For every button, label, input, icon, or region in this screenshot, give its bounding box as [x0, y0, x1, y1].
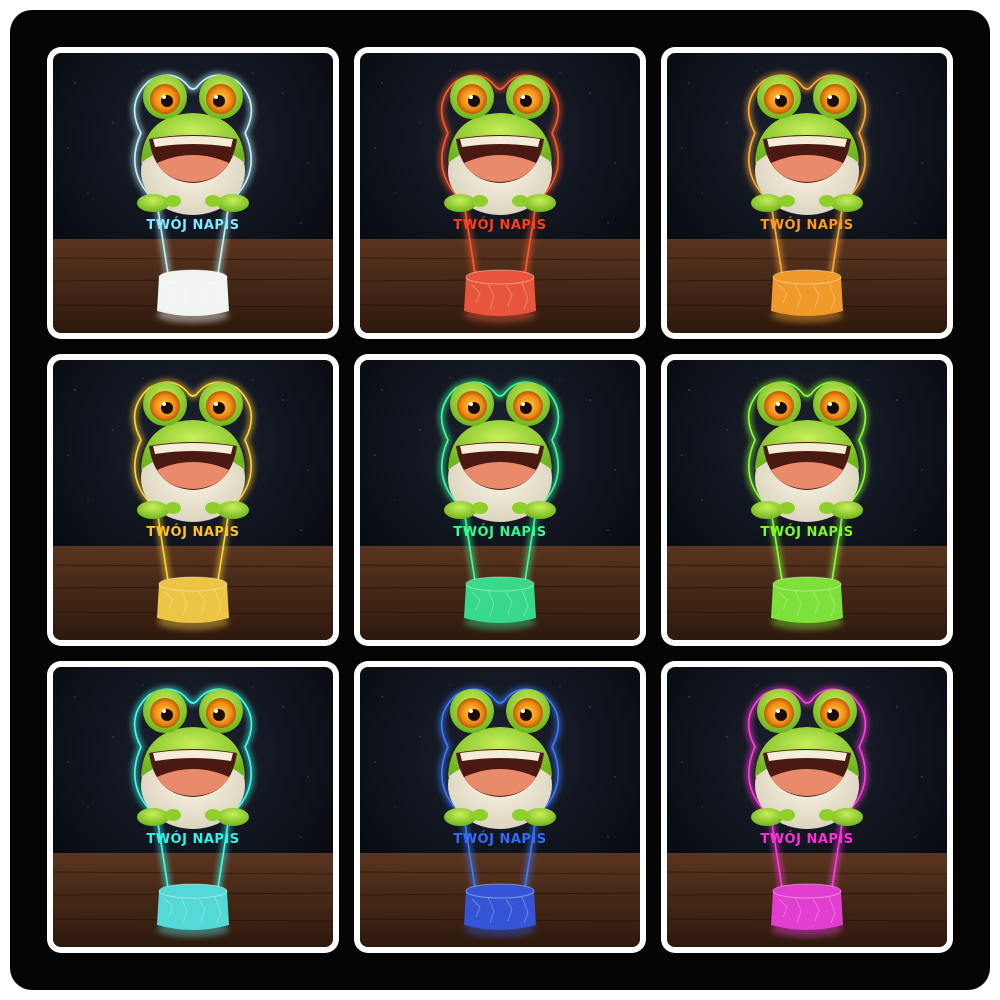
lamp-caption: TWÓJ NAPIS: [453, 524, 546, 540]
frog-lamp-image: TWÓJ NAPIS: [53, 667, 333, 947]
lamp-caption: TWÓJ NAPIS: [146, 217, 239, 233]
frog-lamp-image: TWÓJ NAPIS: [667, 53, 947, 333]
frog-lamp-tile: TWÓJ NAPIS: [661, 354, 953, 646]
frog-lamp-tile: TWÓJ NAPIS: [47, 661, 339, 953]
frog-lamp-tile: TWÓJ NAPIS: [661, 47, 953, 339]
lamp-caption: TWÓJ NAPIS: [146, 524, 239, 540]
frog-lamp-image: TWÓJ NAPIS: [667, 360, 947, 640]
frog-lamp-image: TWÓJ NAPIS: [360, 667, 640, 947]
frog-lamp-tile: TWÓJ NAPIS: [661, 661, 953, 953]
frog-lamp-tile: TWÓJ NAPIS: [354, 354, 646, 646]
frog-lamp-image: TWÓJ NAPIS: [53, 53, 333, 333]
image-frame: TWÓJ NAPIS TWÓJ NAPIS TWÓJ NAPIS TWÓJ NA…: [10, 10, 990, 990]
lamp-caption: TWÓJ NAPIS: [760, 831, 853, 847]
frog-lamp-tile: TWÓJ NAPIS: [354, 661, 646, 953]
frog-lamp-image: TWÓJ NAPIS: [360, 360, 640, 640]
frog-lamp-image: TWÓJ NAPIS: [53, 360, 333, 640]
frog-lamp-tile: TWÓJ NAPIS: [47, 354, 339, 646]
frog-lamp-image: TWÓJ NAPIS: [360, 53, 640, 333]
lamp-caption: TWÓJ NAPIS: [453, 217, 546, 233]
lamp-caption: TWÓJ NAPIS: [760, 217, 853, 233]
lamp-caption: TWÓJ NAPIS: [760, 524, 853, 540]
frog-lamp-tile: TWÓJ NAPIS: [47, 47, 339, 339]
frog-lamp-tile: TWÓJ NAPIS: [354, 47, 646, 339]
lamp-caption: TWÓJ NAPIS: [453, 831, 546, 847]
frog-lamp-image: TWÓJ NAPIS: [667, 667, 947, 947]
lamp-caption: TWÓJ NAPIS: [146, 831, 239, 847]
